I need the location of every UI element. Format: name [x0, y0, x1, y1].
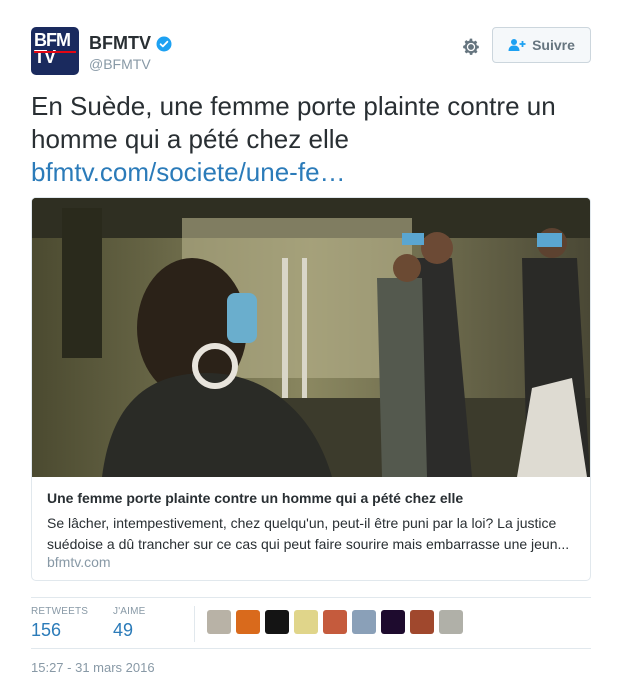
- card-image[interactable]: [32, 198, 590, 477]
- tweet-header: BFM TV BFMTV @BFMTV Suivre: [31, 27, 591, 77]
- account-name-row[interactable]: BFMTV: [89, 33, 173, 54]
- retweets-count[interactable]: 156: [31, 620, 88, 641]
- liker-avatar[interactable]: [410, 610, 434, 634]
- tweet-link[interactable]: bfmtv.com/societe/une-fe…: [31, 156, 591, 189]
- likes-stat[interactable]: J'AIME 49: [113, 606, 146, 641]
- stats-divider: [194, 606, 195, 642]
- tweet-text: En Suède, une femme porte plainte contre…: [31, 90, 591, 189]
- liker-avatar[interactable]: [236, 610, 260, 634]
- retweets-label: RETWEETS: [31, 606, 89, 617]
- account-name[interactable]: BFMTV: [89, 33, 151, 54]
- liker-avatars: [207, 610, 468, 634]
- liker-avatar[interactable]: [352, 610, 376, 634]
- verified-badge-icon: [156, 36, 172, 51]
- gear-icon[interactable]: [461, 37, 481, 57]
- add-user-icon: [508, 39, 526, 51]
- link-card[interactable]: Une femme porte plainte contre un homme …: [31, 197, 591, 581]
- card-title[interactable]: Une femme porte plainte contre un homme …: [47, 490, 463, 506]
- liker-avatar[interactable]: [265, 610, 289, 634]
- likes-label: J'AIME: [113, 606, 146, 617]
- avatar-logo-text: BFM TV: [34, 30, 71, 67]
- follow-button[interactable]: Suivre: [492, 27, 591, 63]
- account-handle[interactable]: @BFMTV: [89, 56, 151, 72]
- liker-avatar[interactable]: [381, 610, 405, 634]
- tweet-body: En Suède, une femme porte plainte contre…: [31, 91, 556, 154]
- card-description: Se lâcher, intempestivement, chez quelqu…: [47, 515, 570, 552]
- liker-avatar[interactable]: [439, 610, 463, 634]
- liker-avatar[interactable]: [207, 610, 231, 634]
- tweet-timestamp[interactable]: 15:27 - 31 mars 2016: [31, 660, 155, 675]
- likes-count[interactable]: 49: [113, 620, 146, 641]
- card-domain: bfmtv.com: [47, 554, 111, 570]
- tweet-stats: RETWEETS 156 J'AIME 49: [31, 597, 591, 649]
- liker-avatar[interactable]: [294, 610, 318, 634]
- account-avatar[interactable]: BFM TV: [31, 27, 79, 75]
- follow-button-label: Suivre: [532, 37, 575, 53]
- retweets-stat[interactable]: RETWEETS 156: [31, 606, 88, 641]
- avatar-logo-bar: [34, 51, 76, 53]
- liker-avatar[interactable]: [323, 610, 347, 634]
